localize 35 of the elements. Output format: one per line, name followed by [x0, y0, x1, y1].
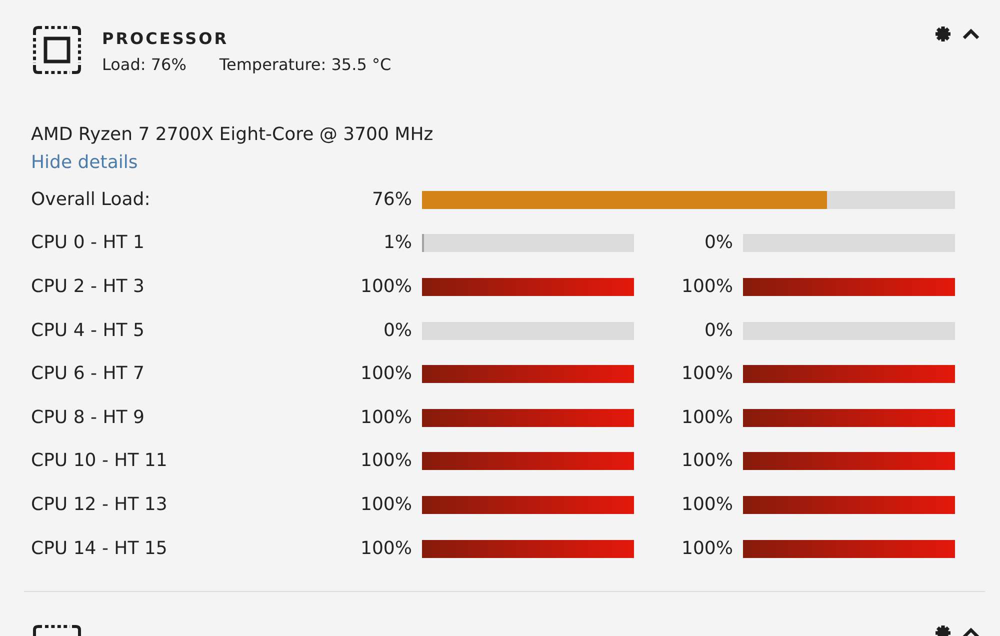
- load-reading: 100%: [360, 449, 412, 474]
- settings-icon[interactable]: [935, 26, 951, 42]
- load-reading: 1%: [383, 231, 412, 256]
- load-reading: 0%: [704, 318, 733, 343]
- processor-model: AMD Ryzen 7 2700X Eight-Core @ 3700 MHz: [31, 123, 434, 147]
- load-text: Load: 76%: [102, 55, 186, 75]
- load-reading: 100%: [360, 492, 412, 517]
- load-reading: 100%: [360, 274, 412, 299]
- core-label: CPU 10 - HT 11: [31, 449, 168, 474]
- core-label: CPU 8 - HT 9: [31, 406, 144, 430]
- load-reading: 100%: [682, 536, 733, 561]
- load-reading: 100%: [682, 492, 733, 517]
- load-reading: 100%: [360, 536, 412, 561]
- load-reading: 0%: [383, 318, 412, 343]
- core-label: CPU 14 - HT 15: [31, 536, 168, 561]
- load-reading: 100%: [682, 406, 733, 430]
- load-reading: 100%: [682, 274, 733, 299]
- load-reading: 76%: [372, 188, 412, 212]
- chevron-up-icon[interactable]: [962, 28, 980, 40]
- core-label: CPU 0 - HT 1: [31, 231, 144, 256]
- load-reading: 0%: [704, 231, 733, 256]
- temperature-text: Temperature: 35.5 °C: [219, 55, 392, 75]
- core-label: CPU 12 - HT 13: [31, 492, 168, 517]
- chip-icon: [32, 25, 82, 75]
- core-label: CPU 2 - HT 3: [31, 274, 144, 299]
- panel-title: PROCESSOR: [102, 29, 230, 49]
- load-reading: 100%: [682, 362, 733, 386]
- load-reading: 100%: [360, 406, 412, 430]
- hide-details-link[interactable]: Hide details: [31, 151, 138, 175]
- chevron-up-icon[interactable]: [962, 627, 980, 636]
- load-reading: 100%: [682, 449, 733, 474]
- overall-load-label: Overall Load:: [31, 188, 150, 212]
- core-label: CPU 4 - HT 5: [31, 318, 144, 343]
- load-reading: 100%: [360, 362, 412, 386]
- core-label: CPU 6 - HT 7: [31, 362, 144, 386]
